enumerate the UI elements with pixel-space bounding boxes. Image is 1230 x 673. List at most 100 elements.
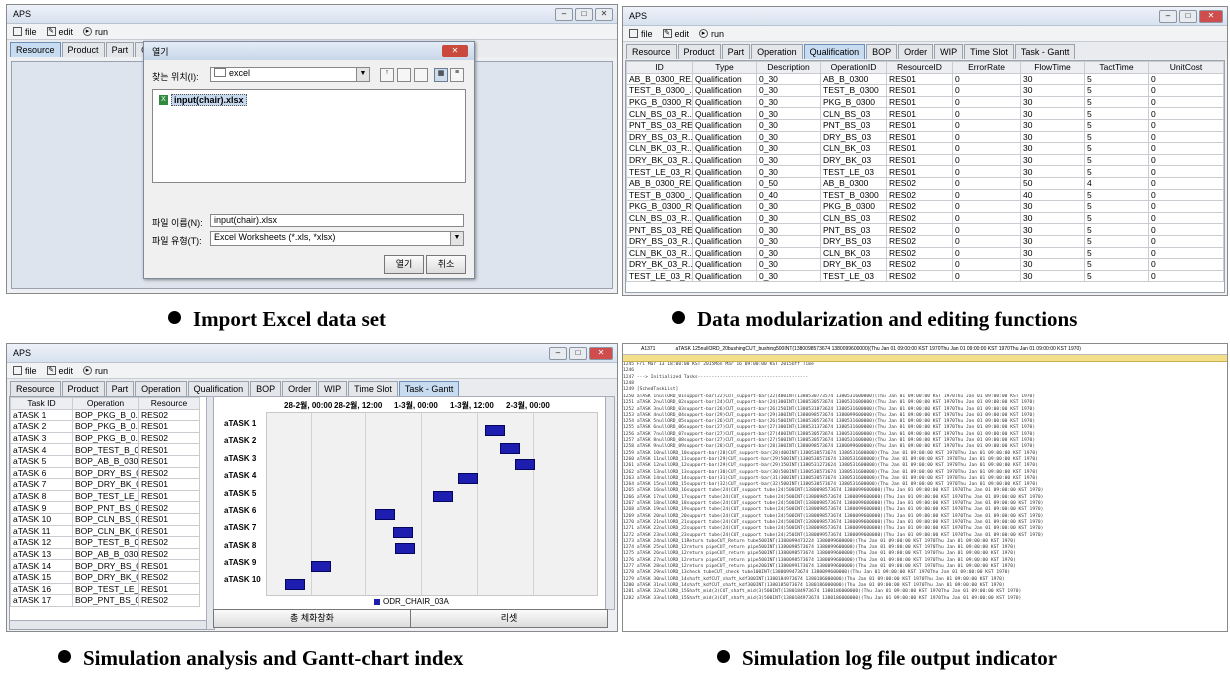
table-cell[interactable]: RES02: [886, 211, 953, 225]
table-cell[interactable]: 0: [952, 246, 1021, 260]
table-cell[interactable]: PNT_BS_03_RE...: [626, 118, 693, 132]
table-cell[interactable]: 0: [1148, 269, 1224, 283]
table-cell[interactable]: 0: [1148, 211, 1224, 225]
table-cell[interactable]: Qualification: [692, 234, 757, 248]
gantt-vertical-scrollbar[interactable]: [605, 396, 615, 610]
table-cell[interactable]: BOP_PNT_BS_03: [72, 594, 139, 607]
table-row[interactable]: aTASK 9 BOP_PNT_BS_03 RES02: [10, 501, 200, 514]
table-cell[interactable]: 0: [1148, 223, 1224, 236]
column-header[interactable]: TactTime: [1084, 61, 1149, 74]
column-header[interactable]: Type: [692, 61, 757, 74]
tab-task-gantt[interactable]: Task - Gantt: [1014, 44, 1076, 59]
table-cell[interactable]: aTASK 6: [10, 466, 73, 480]
table-row[interactable]: aTASK 4BOP_TEST_B_0...RES01: [10, 443, 200, 456]
table-cell[interactable]: 0: [952, 118, 1021, 132]
menu-run[interactable]: ▸ run: [699, 29, 724, 39]
table-cell[interactable]: TEST_LE_03: [820, 165, 887, 178]
table-cell[interactable]: Qualification: [692, 246, 757, 260]
maximize-icon[interactable]: □: [569, 346, 587, 360]
formula-content[interactable]: aTASK 125nullORD_20bushingCUT_bushing500…: [675, 344, 1080, 354]
table-cell[interactable]: aTASK 13: [10, 547, 73, 561]
menu-run[interactable]: ▸ run: [83, 366, 108, 376]
table-cell[interactable]: Qualification: [692, 107, 757, 120]
table-cell[interactable]: RES02: [886, 200, 953, 213]
table-cell[interactable]: 0: [1148, 153, 1224, 167]
table-cell[interactable]: RES02: [138, 536, 200, 549]
table-cell[interactable]: Qualification: [692, 188, 757, 202]
list-view-icon[interactable]: ▦: [434, 68, 448, 82]
table-cell[interactable]: RES01: [138, 454, 200, 468]
table-row[interactable]: aTASK 16BOP_TEST_LE_...RES01: [10, 582, 200, 596]
table-cell[interactable]: 0: [1148, 234, 1224, 248]
table-cell[interactable]: RES01: [138, 512, 200, 526]
gantt-bar[interactable]: [311, 561, 331, 572]
table-cell[interactable]: 0: [952, 142, 1021, 155]
table-cell[interactable]: aTASK 14: [10, 559, 73, 572]
tab-wip[interactable]: WIP: [318, 381, 348, 396]
table-cell[interactable]: BOP_PKG_B_0...: [72, 420, 139, 433]
table-cell[interactable]: 0: [1148, 165, 1224, 178]
table-cell[interactable]: RES01: [886, 165, 953, 178]
table-cell[interactable]: 5: [1084, 258, 1149, 271]
table-cell[interactable]: Qualification: [692, 84, 757, 97]
table-cell[interactable]: aTASK 2: [10, 420, 73, 433]
menu-edit[interactable]: ✎ edit: [46, 27, 73, 37]
up-folder-icon[interactable]: ↑: [380, 68, 394, 82]
table-cell[interactable]: AB_B_0300: [820, 72, 887, 86]
table-cell[interactable]: 0_30: [756, 258, 821, 271]
tab-bop[interactable]: BOP: [866, 44, 898, 59]
table-row[interactable]: PKG_B_0300_R... Qualification 0_30 PKG_B_03…: [626, 95, 1224, 109]
table-row[interactable]: DRY_BK_03_R... Qualification 0_30 DRY_BK_03…: [626, 258, 1224, 271]
table-cell[interactable]: Qualification: [692, 165, 757, 178]
table-cell[interactable]: 5: [1084, 153, 1149, 167]
table-cell[interactable]: RES01: [138, 524, 200, 538]
table-cell[interactable]: 5: [1084, 107, 1149, 120]
open-button[interactable]: 열기: [384, 255, 424, 274]
table-cell[interactable]: RES01: [886, 84, 953, 97]
table-cell[interactable]: 0_30: [756, 142, 821, 155]
table-cell[interactable]: 30: [1020, 165, 1085, 178]
table-cell[interactable]: 0_30: [756, 118, 821, 132]
table-cell[interactable]: 30: [1020, 200, 1085, 213]
tab-wip[interactable]: WIP: [934, 44, 964, 59]
table-cell[interactable]: PKG_B_0300: [820, 95, 887, 109]
table-cell[interactable]: 0: [952, 153, 1021, 167]
table-cell[interactable]: 5: [1084, 118, 1149, 132]
table-row[interactable]: CLN_BK_03_R... Qualification 0_30 CLN_BK_03…: [626, 246, 1224, 260]
table-cell[interactable]: 0_30: [756, 200, 821, 213]
table-cell[interactable]: RES01: [886, 130, 953, 144]
filetype-select[interactable]: Excel Worksheets (*.xls, *xlsx) ▼: [210, 231, 464, 246]
table-cell[interactable]: Qualification: [692, 211, 757, 225]
table-cell[interactable]: DRY_BS_03: [820, 130, 887, 144]
table-cell[interactable]: 0: [952, 269, 1021, 283]
table-row[interactable]: aTASK 7BOP_DRY_BK_03RES01: [10, 478, 200, 491]
table-cell[interactable]: aTASK 9: [10, 501, 73, 514]
table-cell[interactable]: RES01: [138, 582, 200, 596]
table-cell[interactable]: 0: [1148, 176, 1224, 190]
table-cell[interactable]: RES01: [886, 153, 953, 167]
table-cell[interactable]: 0_30: [756, 165, 821, 178]
table-cell[interactable]: BOP_DRY_BK_03: [72, 478, 139, 491]
table-cell[interactable]: 0: [1148, 72, 1224, 86]
table-cell[interactable]: 0_30: [756, 130, 821, 144]
table-cell[interactable]: BOP_CLN_BK_03: [72, 524, 139, 538]
table-cell[interactable]: 5: [1084, 269, 1149, 283]
column-header[interactable]: Operation: [72, 397, 139, 410]
table-cell[interactable]: 0: [952, 234, 1021, 248]
table-cell[interactable]: 0: [952, 258, 1021, 271]
gantt-bar[interactable]: [500, 443, 520, 454]
tab-operation[interactable]: Operation: [135, 381, 187, 396]
table-cell[interactable]: CLN_BK_03_R...: [626, 142, 693, 155]
table-cell[interactable]: BOP_DRY_BK_03: [72, 570, 139, 584]
table-cell[interactable]: Qualification: [692, 130, 757, 144]
table-cell[interactable]: BOP_TEST_LE_...: [72, 489, 139, 503]
table-cell[interactable]: BOP_TEST_LE_...: [72, 582, 139, 596]
table-cell[interactable]: BOP_PKG_B_0...: [72, 431, 139, 445]
table-row[interactable]: aTASK 13 BOP_AB_B_0300 RES02: [10, 547, 200, 561]
table-cell[interactable]: aTASK 17: [10, 594, 73, 607]
table-cell[interactable]: 30: [1020, 269, 1085, 283]
table-cell[interactable]: 0_30: [756, 269, 821, 283]
table-cell[interactable]: CLN_BK_03_R...: [626, 246, 693, 260]
close-icon[interactable]: ✕: [595, 7, 613, 21]
table-cell[interactable]: TEST_B_0300_...: [626, 84, 693, 97]
